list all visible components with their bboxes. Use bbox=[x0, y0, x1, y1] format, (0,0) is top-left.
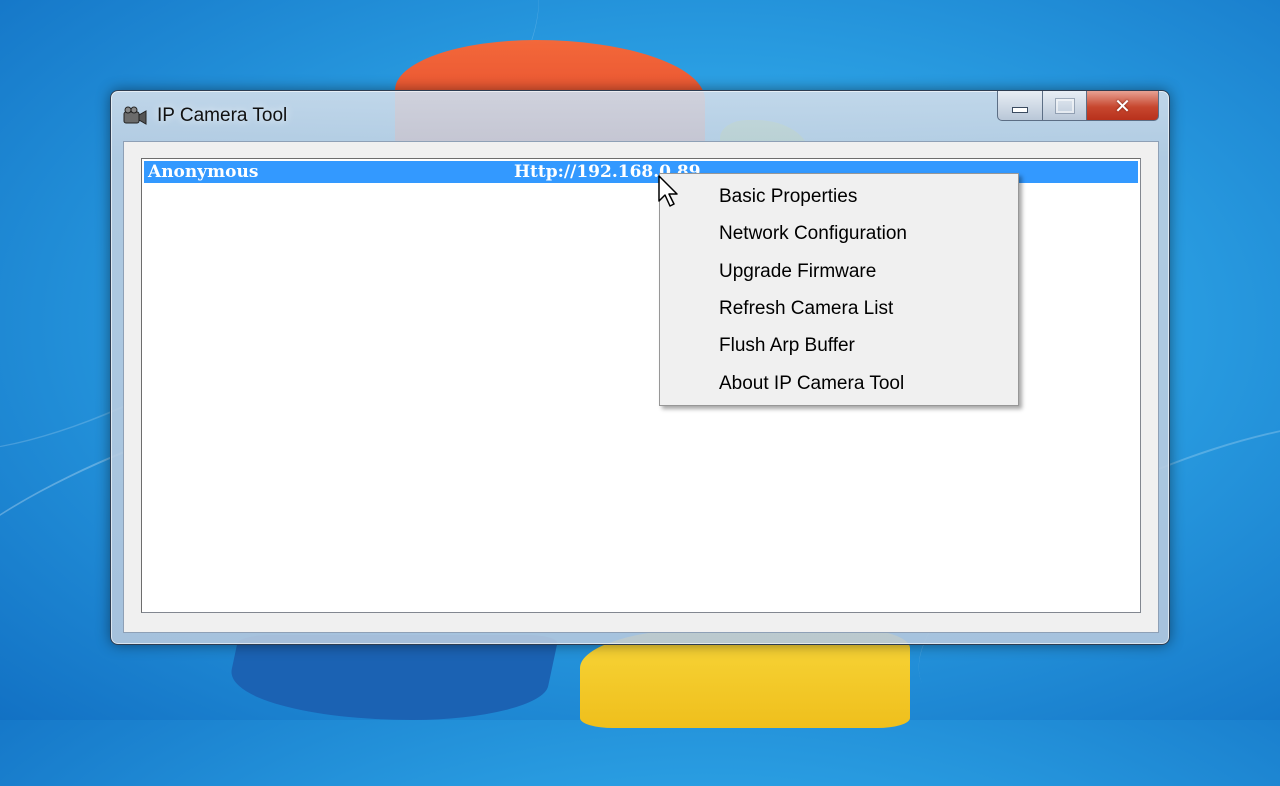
context-menu: Basic Properties Network Configuration U… bbox=[659, 173, 1019, 406]
mouse-cursor-icon bbox=[658, 175, 678, 207]
menu-item-flush-arp-buffer[interactable]: Flush Arp Buffer bbox=[662, 328, 1016, 363]
wallpaper-logo-blue bbox=[220, 635, 560, 720]
menu-item-basic-properties[interactable]: Basic Properties bbox=[662, 179, 1016, 214]
camera-icon[interactable] bbox=[123, 106, 147, 126]
menu-item-refresh-camera-list[interactable]: Refresh Camera List bbox=[662, 291, 1016, 326]
minimize-button[interactable] bbox=[997, 91, 1043, 121]
window-title: IP Camera Tool bbox=[157, 105, 288, 126]
caption-buttons: ✕ bbox=[997, 91, 1159, 121]
camera-name: Anonymous bbox=[148, 162, 259, 182]
menu-item-network-configuration[interactable]: Network Configuration bbox=[662, 216, 1016, 251]
maximize-button[interactable] bbox=[1043, 91, 1087, 121]
menu-item-about[interactable]: About IP Camera Tool bbox=[662, 366, 1016, 401]
title-bar[interactable]: IP Camera Tool ✕ bbox=[111, 91, 1169, 139]
menu-item-upgrade-firmware[interactable]: Upgrade Firmware bbox=[662, 254, 1016, 289]
close-button[interactable]: ✕ bbox=[1087, 91, 1159, 121]
maximize-icon bbox=[1054, 97, 1075, 114]
minimize-icon bbox=[1012, 106, 1028, 113]
close-icon: ✕ bbox=[1114, 93, 1131, 118]
